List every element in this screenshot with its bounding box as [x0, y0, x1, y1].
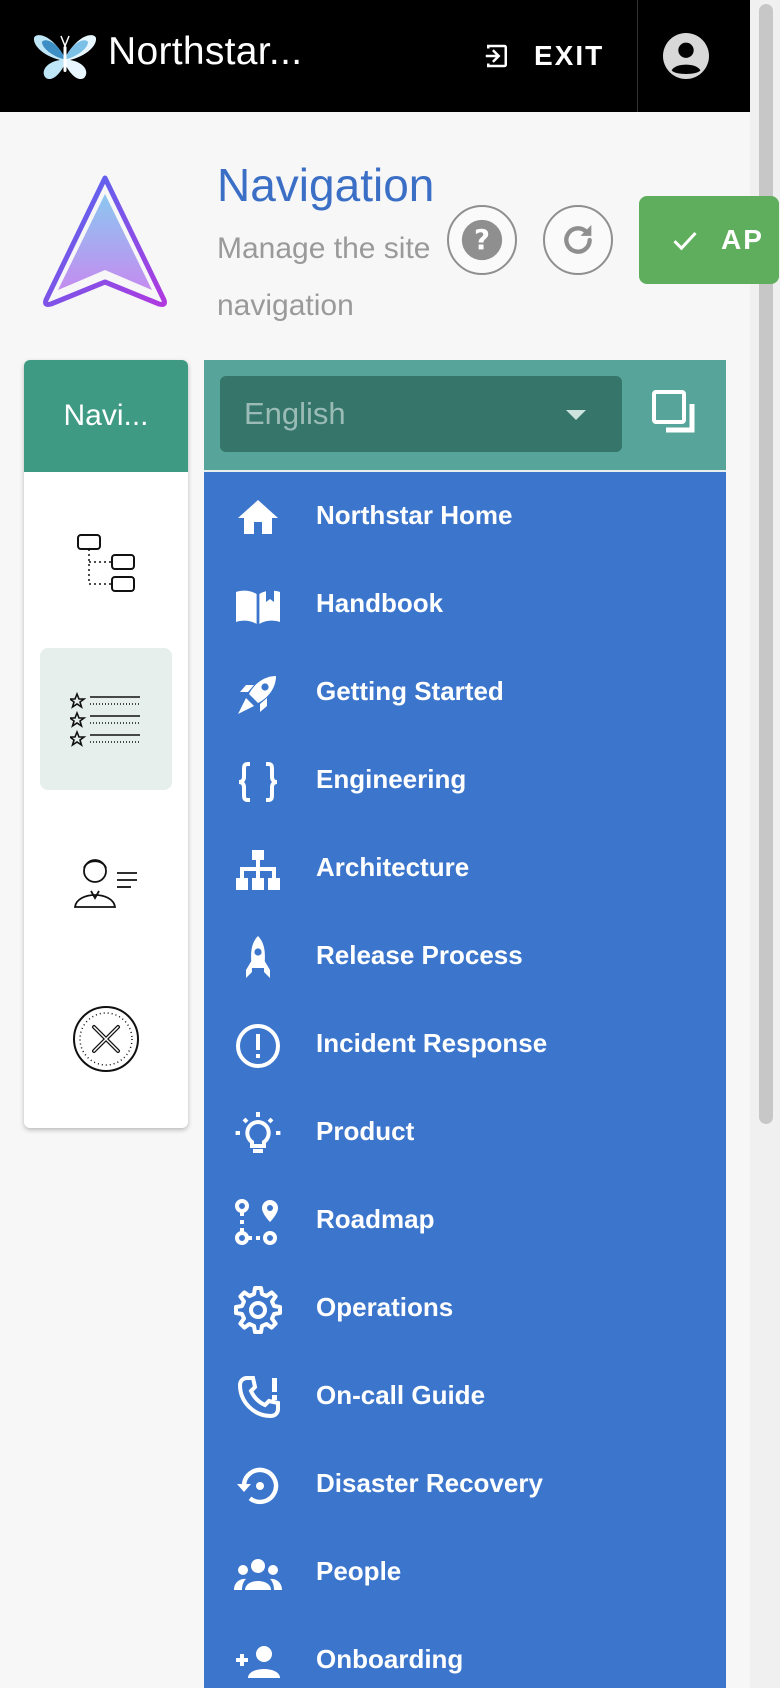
home-icon	[238, 500, 278, 534]
menu-item-getting-started[interactable]: Getting Started	[204, 650, 726, 738]
starred-list-tool[interactable]	[40, 648, 172, 790]
tools-panel: Navi...	[24, 360, 188, 1128]
menu-item-release-process[interactable]: Release Process	[204, 914, 726, 1002]
menu-item-northstar-home[interactable]: Northstar Home	[204, 474, 726, 562]
close-circle-icon	[73, 1006, 139, 1072]
navigation-menu-panel: English Northstar Home Handbook Getting …	[204, 360, 726, 1688]
lightbulb-icon	[235, 1112, 281, 1153]
user-profile-icon	[73, 859, 137, 908]
svg-text:?: ?	[474, 224, 490, 256]
map-marker-path-icon	[235, 1199, 278, 1245]
apply-button[interactable]: AP	[639, 196, 779, 284]
menu-item-incident-response[interactable]: Incident Response	[204, 1002, 726, 1090]
menu-item-roadmap[interactable]: Roadmap	[204, 1178, 726, 1266]
menu-item-label: Engineering	[316, 764, 467, 794]
user-profile-tool[interactable]	[40, 810, 172, 952]
menu-item-engineering[interactable]: Engineering	[204, 738, 726, 826]
help-icon: ?	[461, 219, 503, 261]
menu-item-label: Product	[316, 1116, 415, 1146]
code-braces-icon	[238, 762, 278, 802]
menu-item-label: Northstar Home	[316, 500, 513, 530]
apply-label: AP	[721, 224, 764, 255]
people-icon	[234, 1559, 282, 1590]
menu-item-label: Disaster Recovery	[316, 1468, 543, 1498]
rocket-launch-icon	[238, 676, 276, 714]
reload-button[interactable]	[543, 205, 613, 275]
book-icon	[236, 588, 280, 624]
check-icon	[673, 231, 697, 251]
phone-alert-icon	[237, 1376, 280, 1419]
menu-item-label: Handbook	[316, 588, 444, 618]
tree-view-tool[interactable]	[40, 492, 172, 634]
account-icon[interactable]	[663, 33, 709, 79]
exit-label: EXIT	[534, 40, 605, 71]
add-person-icon	[236, 1646, 280, 1678]
page-subtitle: Manage the site navigation	[217, 232, 431, 322]
menu-item-label: Incident Response	[316, 1028, 548, 1058]
exit-button[interactable]: EXIT	[482, 36, 604, 76]
language-select[interactable]: English	[220, 376, 622, 452]
gear-icon	[234, 1286, 282, 1334]
navigation-arrow-logo-icon	[43, 175, 167, 307]
scrollbar-thumb[interactable]	[759, 4, 773, 1124]
copy-icon[interactable]	[652, 390, 702, 440]
reload-icon	[564, 225, 592, 254]
top-bar: Northstar... EXIT	[0, 0, 750, 112]
starred-list-icon	[70, 691, 140, 747]
menu-item-onboarding[interactable]: Onboarding	[204, 1618, 726, 1688]
menu-item-label: Roadmap	[316, 1204, 435, 1234]
tree-view-icon	[77, 534, 135, 592]
menu-item-label: Getting Started	[316, 676, 504, 706]
menu-item-people[interactable]: People	[204, 1530, 726, 1618]
topbar-divider	[637, 0, 638, 112]
menu-item-label: On-call Guide	[316, 1380, 486, 1410]
page-title: Navigation	[217, 159, 435, 211]
alert-circle-icon	[236, 1024, 280, 1068]
menu-item-on-call-guide[interactable]: On-call Guide	[204, 1354, 726, 1442]
menu-panel-header: English	[204, 360, 726, 472]
help-button[interactable]: ?	[447, 205, 517, 275]
menu-item-label: Architecture	[316, 852, 470, 882]
menu-item-label: Onboarding	[316, 1644, 464, 1674]
sitemap-icon	[236, 850, 280, 890]
chevron-down-icon	[566, 410, 586, 420]
rocket-icon	[246, 936, 270, 978]
menu-item-product[interactable]: Product	[204, 1090, 726, 1178]
tools-panel-header[interactable]: Navi...	[24, 360, 188, 472]
menu-item-label: People	[316, 1556, 402, 1586]
restore-icon	[237, 1467, 279, 1505]
menu-item-handbook[interactable]: Handbook	[204, 562, 726, 650]
menu-item-label: Release Process	[316, 940, 523, 970]
exit-icon	[485, 44, 507, 68]
menu-item-architecture[interactable]: Architecture	[204, 826, 726, 914]
menu-item-label: Operations	[316, 1292, 454, 1322]
app-title: Northstar...	[108, 30, 303, 73]
butterfly-logo-icon	[33, 35, 97, 80]
menu-item-operations[interactable]: Operations	[204, 1266, 726, 1354]
language-value: English	[244, 396, 346, 431]
close-tool[interactable]	[40, 968, 172, 1110]
menu-item-disaster-recovery[interactable]: Disaster Recovery	[204, 1442, 726, 1530]
